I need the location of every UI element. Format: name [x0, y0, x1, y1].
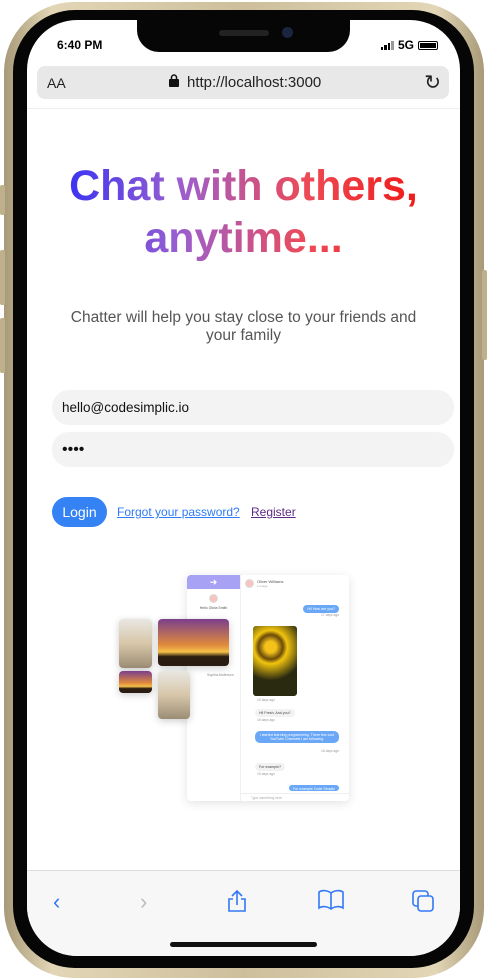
message: For example? — [255, 763, 285, 771]
volume-up-button — [0, 250, 5, 305]
login-button[interactable]: Login — [52, 497, 107, 527]
message-time: 16 days ago — [321, 749, 339, 753]
divider — [27, 108, 460, 109]
message-time: 18 days ago — [257, 718, 275, 722]
home-indicator[interactable] — [170, 942, 317, 947]
network-label: 5G — [397, 38, 414, 52]
camera-icon — [282, 27, 293, 38]
mute-switch — [0, 185, 5, 215]
message-input: Type something here — [241, 793, 349, 801]
notch — [137, 20, 350, 52]
password-input[interactable] — [52, 432, 454, 467]
text-size-button[interactable]: AA — [47, 75, 66, 91]
avatar — [209, 594, 218, 603]
email-input[interactable] — [52, 390, 454, 425]
address-bar[interactable]: AA http://localhost:3000 ↻ — [37, 66, 449, 99]
forgot-password-link[interactable]: Forgot your password? — [117, 505, 240, 519]
bookmarks-icon[interactable] — [318, 889, 344, 917]
lock-icon — [169, 74, 179, 91]
logout-icon: ➜ — [187, 575, 240, 589]
message: I started learning programming. There fe… — [255, 731, 339, 743]
share-icon[interactable] — [227, 889, 247, 919]
url-text[interactable]: http://localhost:3000 — [187, 74, 321, 91]
battery-icon — [418, 40, 438, 50]
register-link[interactable]: Register — [251, 505, 296, 519]
photo-thumbnail — [119, 671, 152, 693]
message-time: 19 days ago — [257, 772, 275, 776]
status-indicators: 5G — [380, 38, 438, 52]
forward-icon[interactable]: › — [140, 889, 147, 915]
contact-status: 1 image — [257, 584, 268, 588]
volume-down-button — [0, 318, 5, 373]
contact-avatar — [245, 579, 254, 588]
screen: 6:40 PM 5G AA http://localhost:3000 ↻ Ch… — [27, 20, 460, 956]
message-time: 19 days ago — [257, 698, 275, 702]
page-subtitle: Chatter will help you stay close to your… — [70, 309, 417, 344]
message-time: 17 days ago — [321, 613, 339, 617]
message: Hi! Fresh. And you? — [255, 709, 295, 717]
status-time: 6:40 PM — [57, 38, 103, 52]
chat-illustration: ➜ Hello Olivia Smith Sophia Anderson Oli… — [115, 570, 355, 805]
greeting: Hello Olivia Smith — [199, 606, 228, 610]
photo-thumbnail — [158, 619, 229, 666]
title-line-2: anytime... — [144, 214, 343, 262]
signal-icon — [380, 40, 394, 50]
message: Hi! How are you? — [303, 605, 339, 613]
photo-thumbnail — [119, 619, 152, 668]
reload-icon[interactable]: ↻ — [424, 70, 441, 95]
back-icon[interactable]: ‹ — [53, 889, 60, 915]
page-title: Chat with others, anytime... — [27, 160, 460, 264]
sunflower-image — [253, 626, 297, 696]
photo-thumbnail — [158, 671, 190, 719]
contact-name: Sophia Anderson — [207, 673, 234, 677]
message: For example Code Simplic — [288, 785, 339, 791]
title-line-1: Chat with others, — [69, 162, 418, 210]
tabs-icon[interactable] — [411, 889, 435, 919]
chat-app-preview: ➜ Hello Olivia Smith Sophia Anderson Oli… — [187, 575, 349, 801]
power-button — [482, 270, 487, 360]
